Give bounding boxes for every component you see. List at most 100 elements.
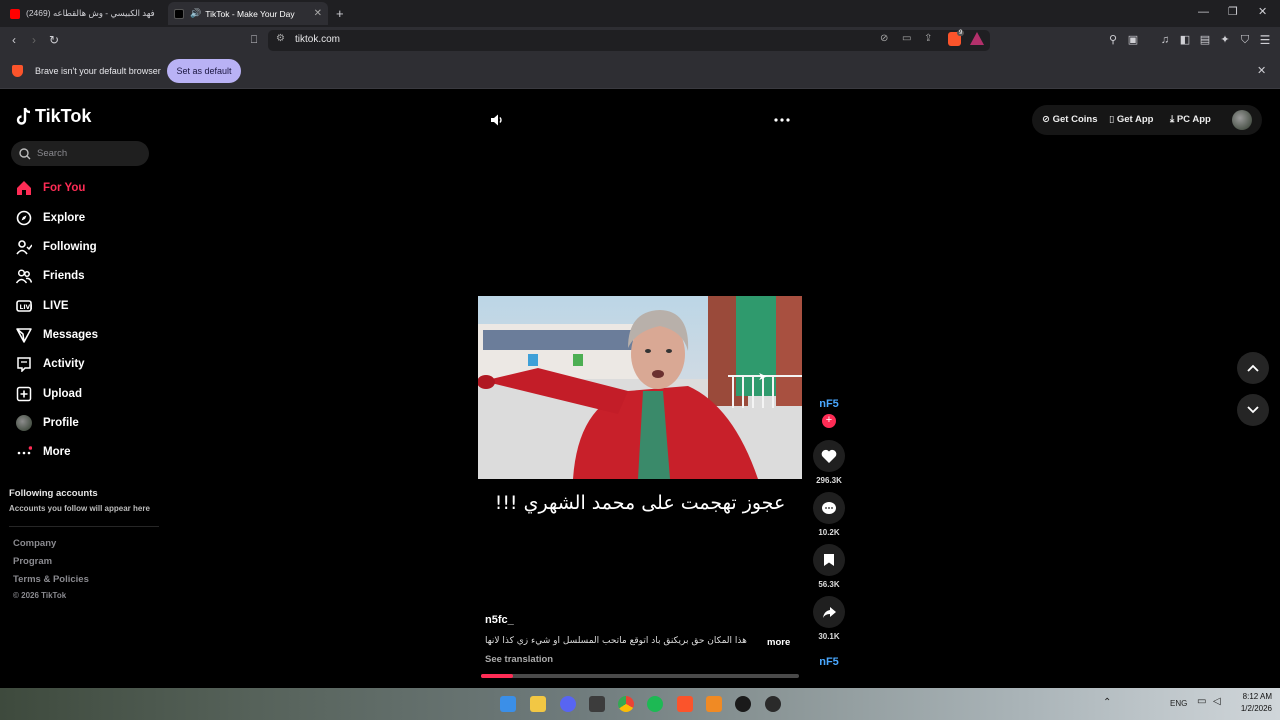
video-progress-track[interactable] [481,674,799,678]
top-right-actions: ⊘ Get Coins ▯ Get App ⤓ PC App [1032,105,1262,135]
mouse-cursor: ➤ [758,371,768,383]
avatar-icon [16,415,32,431]
previous-video-button[interactable] [1237,352,1269,384]
tiktok-logo[interactable]: TikTok [16,106,91,127]
sidebar-item-live[interactable]: LIVE LIVE [16,295,69,317]
next-video-button[interactable] [1237,394,1269,426]
save-button[interactable] [813,544,845,576]
sidebar-item-profile[interactable]: Profile [16,412,79,434]
sidebar-item-more[interactable]: More [16,441,70,463]
share-button[interactable] [813,596,845,628]
sidebar-item-explore[interactable]: Explore [16,207,85,229]
like-button[interactable] [813,440,845,472]
footer-company-link[interactable]: Company [13,538,56,549]
clock-date[interactable]: 1/2/2026 [1228,704,1272,713]
video-username[interactable]: n5fc_ [485,614,514,626]
get-app-button[interactable]: ▯ Get App [1109,114,1153,125]
follow-plus-button[interactable]: + [822,414,836,428]
minimize-icon[interactable]: — [1198,6,1209,18]
menu-icon[interactable]: ☰ [1256,27,1274,54]
start-icon[interactable] [500,696,516,712]
file-explorer-icon[interactable] [530,696,546,712]
media-icon[interactable]: ♫ [1156,27,1174,54]
get-coins-button[interactable]: ⊘ Get Coins [1042,114,1097,125]
bookmark-icon[interactable]: ⎕ [245,27,263,54]
brave-logo-icon [12,65,23,77]
tiktok-logo-icon [16,107,31,125]
clock-time[interactable]: 8:12 AM [1232,692,1272,701]
discord-icon[interactable] [560,696,576,712]
search-input[interactable]: Search [11,141,149,166]
language-indicator[interactable]: ENG [1170,699,1187,708]
svg-text:LIVE: LIVE [20,304,33,311]
close-tab-icon[interactable]: ✕ [314,8,322,19]
sidebar-item-label: More [43,446,71,458]
reader-icon[interactable]: ⊘ [880,33,888,44]
obs-icon[interactable] [735,696,751,712]
speaker-icon: 🔊 [190,8,202,18]
sidebar-item-friends[interactable]: Friends [16,265,85,287]
comment-button[interactable] [813,492,845,524]
app-a-icon[interactable] [706,696,722,712]
video-frame [478,296,802,479]
chrome-icon[interactable] [618,696,634,712]
pc-app-button[interactable]: ⤓ PC App [1170,114,1211,125]
app-record-icon[interactable] [765,696,781,712]
more-description-link[interactable]: more [767,637,790,648]
forward-icon[interactable]: › [25,27,43,54]
tray-chevron-icon[interactable]: ⌃ [1103,697,1111,708]
sound-disc[interactable]: nF5 [814,652,844,672]
site-info-icon[interactable]: ⚙ [276,33,285,44]
sidebar-item-for-you[interactable]: For You [16,177,85,199]
new-tab-icon[interactable]: + [336,6,344,21]
set-default-button[interactable]: Set as default [167,59,241,83]
home-icon [16,180,32,196]
wallet-icon[interactable]: ▣ [1124,27,1142,54]
sidebar-toggle-icon[interactable]: ◧ [1176,27,1194,54]
share-arrow-icon [822,606,836,618]
footer-terms-link[interactable]: Terms & Policies [13,574,89,585]
footer-copyright: © 2026 TikTok [13,591,67,600]
sidebar-item-label: For You [43,182,86,194]
brave-taskbar-icon[interactable] [677,696,693,712]
get-app-label: Get App [1116,114,1154,125]
see-translation-link[interactable]: See translation [485,654,553,665]
creator-avatar[interactable]: nF5 [814,393,844,415]
close-window-icon[interactable]: ✕ [1258,5,1267,18]
volume-tray-icon[interactable]: ◁ [1213,696,1221,707]
spotify-icon[interactable] [647,696,663,712]
volume-icon[interactable] [490,113,504,127]
url-text[interactable]: tiktok.com [295,34,340,45]
sidebar-item-label: Activity [43,358,85,370]
more-options-icon[interactable] [774,117,790,123]
windows-taskbar: ⌃ ENG ▭ ◁ 8:12 AM 1/2/2026 [0,688,1280,720]
vpn-icon[interactable]: ⛉ [1236,27,1254,54]
sidebar-item-following[interactable]: Following [16,236,97,258]
cast-icon[interactable]: ▭ [902,33,911,44]
reload-icon[interactable]: ↻ [45,27,63,54]
brave-rewards-icon[interactable] [970,32,984,45]
video-player[interactable]: ➤ [478,296,802,479]
sidebar-item-label: Messages [43,329,98,341]
sidebar-item-activity[interactable]: Activity [16,353,85,375]
sidebar-item-label: Friends [43,270,85,282]
extensions-icon[interactable]: ⚲ [1104,27,1122,54]
sidebar-item-messages[interactable]: Messages [16,324,98,346]
wallet-card-icon[interactable]: ▤ [1196,27,1214,54]
tab-tiktok[interactable]: 🔊 TikTok - Make Your Day ✕ [168,2,328,25]
restore-icon[interactable]: ❐ [1228,5,1238,18]
address-bar[interactable]: ⚙ tiktok.com ⊘ ▭ ⇪ 9 [268,30,990,51]
tab-youtube[interactable]: (2469) فهد الكبيسي - وش هالقطاعه [4,2,166,25]
back-icon[interactable]: ‹ [5,27,23,54]
youtube-icon [10,8,20,19]
messages-icon [16,327,32,343]
like-count: 296.3K [816,476,842,485]
close-infobar-icon[interactable]: ✕ [1257,64,1266,77]
network-icon[interactable]: ▭ [1197,696,1206,707]
leo-ai-icon[interactable]: ✦ [1216,27,1234,54]
xbox-icon[interactable] [589,696,605,712]
sidebar-item-upload[interactable]: Upload [16,383,82,405]
footer-program-link[interactable]: Program [13,556,52,567]
user-avatar[interactable] [1232,110,1252,130]
share-icon[interactable]: ⇪ [924,33,932,44]
